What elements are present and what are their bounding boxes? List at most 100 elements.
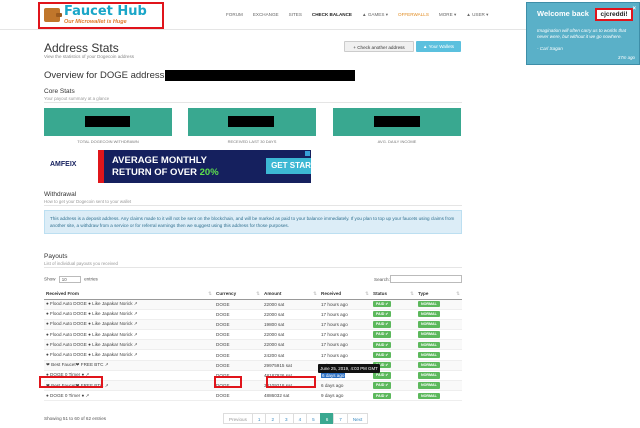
col-header-label: Status [373,291,388,297]
table-row: ● Flood Auto DOGE ● Like Japakar Norick … [44,309,462,320]
redacted-value [374,116,420,127]
pager-page-1[interactable]: 1 [251,413,267,424]
your-wallets-button[interactable]: ▲ Your Wallets [416,41,461,52]
banner-percentage: 20% [199,167,219,178]
payouts-subtitle: List of individual payouts you received [44,261,118,266]
cell-from[interactable]: ● Flood Auto DOGE ● Like Japakar Norick … [44,299,214,310]
pager-page-5[interactable]: 5 [306,413,321,424]
nav-forum[interactable]: FORUM [226,12,243,18]
cell-from[interactable]: ● Flood Auto DOGE ● Like Japakar Norick … [44,319,214,331]
cell-currency: DOGE [214,349,262,361]
cell-from[interactable]: ● Flood Auto DOGE ● Like Japakar Norick … [44,309,214,320]
entries-label: entries [84,276,98,282]
cell-currency: DOGE [214,309,262,320]
amfeix-logo-text: AMFEIX [50,161,77,168]
paid-badge: PAID ✔ [373,351,392,359]
pager-page-7[interactable]: 7 [333,413,348,424]
amfeix-logo: AMFEIX [44,150,98,183]
logo-subtitle: Our Microwallet is Huge [64,19,127,25]
cell-received: 17 hours ago [319,299,371,310]
cell-received: 17 hours ago [319,329,371,341]
stat-label: RECEIVED LAST 30 DAYS [227,139,277,144]
col-received[interactable]: Received ⇅ [319,289,371,300]
paid-badge: PAID ✔ [373,331,392,338]
col-received-from[interactable]: Received From ⇅ [44,289,214,300]
toast-time: 37m ago [617,55,635,60]
cell-status: PAID ✔ [371,319,416,331]
cell-type: NORMAL [416,370,462,382]
date-tooltip: June 25, 2019, 4:03 PM GMT [318,364,380,373]
cell-received: 17 hours ago [319,349,371,361]
col-header-label: Received [321,291,342,297]
redacted-value [85,116,130,127]
col-header-label: Amount [264,291,282,297]
normal-badge: NORMAL [418,382,440,389]
ad-choices-icon[interactable] [305,151,310,156]
close-icon[interactable]: × [632,6,636,12]
cell-type: NORMAL [416,390,462,402]
highlight-box-source [39,376,103,388]
pager-page-3[interactable]: 3 [279,413,294,424]
sort-icon: ⇅ [313,291,317,296]
pager-next[interactable]: Next [346,413,369,424]
cell-status: PAID ✔ [371,349,416,361]
nav-exchange[interactable]: EXCHANGE [253,12,279,18]
pager-previous[interactable]: Previous [223,413,253,424]
cell-received: 17 hours ago [319,309,371,320]
paid-badge: PAID ✔ [373,341,392,349]
toast-title: Welcome back [537,9,589,18]
highlight-box-currency [214,376,242,388]
nav-user[interactable]: ▲ USER ▾ [466,12,488,18]
nav-more[interactable]: MORE ▾ [439,12,456,18]
cell-from[interactable]: ● Flood Auto DOGE ● Like Japakar Norick … [44,339,214,351]
normal-badge: NORMAL [418,351,440,359]
entries-select[interactable]: 10 [58,276,81,283]
paid-badge: PAID ✔ [373,392,392,399]
banner-line-2-prefix: RETURN OF OVER [112,167,200,178]
nav-games[interactable]: ▲ GAMES ▾ [362,12,388,18]
normal-badge: NORMAL [418,392,440,399]
deposit-address-notice: This address is a deposit address. Any c… [44,210,462,234]
cell-status: PAID ✔ [371,309,416,320]
cell-from[interactable]: ● Flood Auto DOGE ● Like Japakar Norick … [44,329,214,341]
stat-label: TOTAL DOGECOIN WITHDRAWN [77,139,139,144]
col-status[interactable]: Status ⇅ [371,289,416,300]
col-type[interactable]: Type ⇅ [416,289,462,300]
divider [44,102,462,103]
col-header-label: Type [418,291,429,297]
paid-badge: PAID ✔ [373,372,392,379]
stat-label: AVG. DAILY INCOME [377,139,417,144]
col-amount[interactable]: Amount ⇅ [262,289,319,300]
pager-page-4[interactable]: 4 [292,413,308,424]
faucet-hub-logo[interactable]: Faucet Hub Our Microwallet is Huge [38,2,164,29]
cell-status: PAID ✔ [371,390,416,402]
cell-currency: DOGE [214,360,262,371]
cell-from[interactable]: ❤ Best Faucet❤ FREE BTC ↗ [44,360,214,371]
search-label: Search: [374,277,390,282]
received-hover-text[interactable]: 6 days ago [321,372,346,378]
redacted-address [165,70,355,81]
sort-icon: ⇅ [256,291,260,296]
nav-check-balance[interactable]: CHECK BALANCE [312,12,352,18]
paid-badge: PAID ✔ [373,382,392,389]
cell-amount: 29975915 sat [262,360,319,371]
paid-badge: PAID ✔ [373,300,392,308]
pager-page-6[interactable]: 6 [319,413,335,424]
table-row: ● Flood Auto DOGE ● Like Japakar Norick … [44,349,462,361]
cell-currency: DOGE [214,299,262,310]
cell-amount: 22000 sat [262,309,319,320]
check-another-address-button[interactable]: + Check another address [344,41,414,52]
cell-from[interactable]: ● Flood Auto DOGE ● Like Japakar Norick … [44,349,214,361]
nav-sites[interactable]: SITES [289,12,302,18]
nav-offerwalls[interactable]: OFFERWALLS [398,12,429,18]
get-started-button[interactable]: GET STARTED [266,158,311,174]
search-input[interactable] [390,275,462,283]
normal-badge: NORMAL [418,331,440,338]
cell-type: NORMAL [416,299,462,310]
amfeix-ad-banner[interactable]: AMFEIX AVERAGE MONTHLY RETURN OF OVER 20… [44,150,311,183]
pager-page-2[interactable]: 2 [265,413,280,424]
entries-length: Show 10 entries [44,276,98,283]
cell-from[interactable]: ● DOGE 0 Timer ● ↗ [44,390,214,402]
col-currency[interactable]: Currency ⇅ [214,289,262,300]
show-label: Show [44,276,56,282]
